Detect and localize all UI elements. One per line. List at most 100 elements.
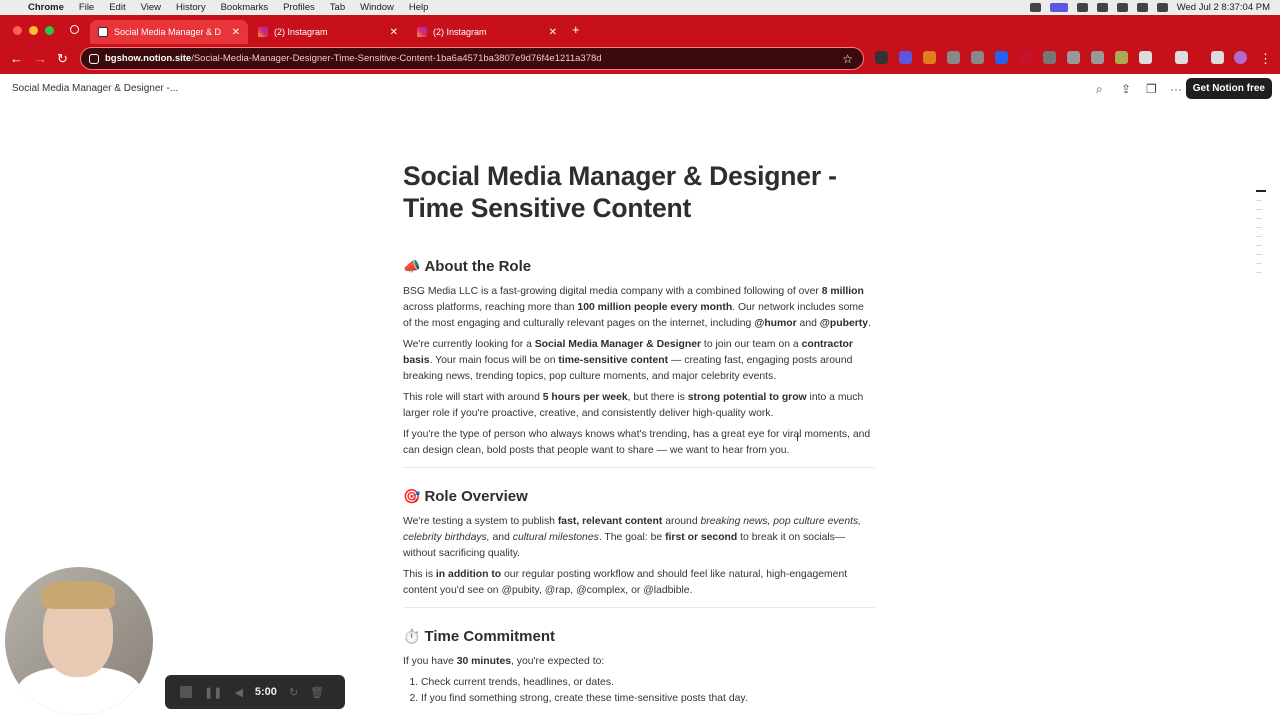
text-cursor-icon: I	[796, 432, 800, 444]
bold-text: time-sensitive content	[558, 355, 669, 366]
bold-text: first or second	[665, 532, 738, 543]
bookmark-star-icon[interactable]: ☆	[842, 52, 853, 66]
text-run: If you have	[403, 656, 457, 667]
pause-icon[interactable]: ❚❚	[204, 686, 222, 699]
download-icon[interactable]	[1211, 51, 1224, 64]
tab-instagram-2[interactable]: (2) Instagram ✕	[409, 20, 565, 44]
minimize-window-icon[interactable]	[29, 26, 38, 35]
extension-7-icon[interactable]	[1019, 51, 1032, 64]
menu-profiles[interactable]: Profiles	[283, 2, 315, 13]
extension-2-icon[interactable]	[899, 51, 912, 64]
extension-3-icon[interactable]	[923, 51, 936, 64]
menu-edit[interactable]: Edit	[109, 2, 125, 13]
menu-file[interactable]: File	[79, 2, 94, 13]
menu-help[interactable]: Help	[409, 2, 429, 13]
search-icon[interactable]	[1136, 3, 1148, 12]
bold-text: fast, relevant content	[557, 516, 663, 527]
restart-icon[interactable]: ↻	[289, 686, 298, 699]
text-run: BSG Media LLC is a fast-growing digital …	[403, 286, 822, 297]
toc-marker[interactable]	[1256, 254, 1262, 255]
toc-marker[interactable]	[1256, 263, 1262, 264]
close-tab-icon[interactable]: ✕	[390, 27, 398, 38]
extensions-puzzle-icon[interactable]	[1139, 51, 1152, 64]
battery-icon[interactable]	[1116, 3, 1128, 12]
menu-bookmarks[interactable]: Bookmarks	[221, 2, 269, 13]
toc-marker[interactable]	[1256, 200, 1262, 201]
toc-marker[interactable]	[1256, 227, 1262, 228]
address-host: bgshow.notion.site	[105, 53, 192, 64]
tab-instagram-1[interactable]: (2) Instagram ✕	[250, 20, 406, 44]
more-menu-icon[interactable]: ⋮	[1259, 51, 1272, 67]
get-notion-free-button[interactable]: Get Notion free	[1185, 78, 1272, 99]
table-of-contents-minimap[interactable]	[1256, 190, 1266, 281]
more-options-icon[interactable]: ···	[1170, 82, 1182, 96]
toc-marker[interactable]	[1256, 209, 1262, 210]
section-heading-overview: 🎯 Role Overview	[403, 488, 875, 505]
stop-recording-icon[interactable]	[180, 686, 192, 698]
text-run: . Your main focus will be on	[429, 355, 559, 366]
toc-marker[interactable]	[1256, 236, 1262, 237]
close-tab-icon[interactable]: ✕	[549, 27, 557, 38]
page-breadcrumb[interactable]: Social Media Manager & Designer -...	[12, 83, 178, 94]
stopwatch-icon: ⏱️	[403, 628, 421, 644]
mute-icon[interactable]: ◀	[234, 686, 242, 699]
delete-icon[interactable]: 🗑	[310, 686, 324, 699]
menu-app-name[interactable]: Chrome	[28, 2, 64, 13]
address-path: /Social-Media-Manager-Designer-Time-Sens…	[191, 53, 602, 64]
bold-text: 8 million	[821, 286, 864, 297]
menu-history[interactable]: History	[176, 2, 206, 13]
screen-recorder-icon[interactable]	[1049, 3, 1068, 12]
site-info-icon[interactable]	[89, 54, 99, 64]
app-status-icon[interactable]	[1076, 3, 1088, 12]
notion-favicon-icon	[98, 27, 108, 37]
duplicate-icon[interactable]: ❐	[1146, 82, 1157, 96]
extension-9-icon[interactable]	[1067, 51, 1080, 64]
new-tab-icon[interactable]: +	[572, 22, 580, 37]
target-icon: 🎯	[403, 488, 421, 504]
reload-icon[interactable]: ↻	[57, 51, 68, 67]
extension-10-icon[interactable]	[1091, 51, 1104, 64]
menu-window[interactable]: Window	[360, 2, 394, 13]
back-icon[interactable]: ←	[10, 51, 23, 66]
share-icon[interactable]: ⇪	[1121, 82, 1131, 96]
about-paragraph-2: We're currently looking for a Social Med…	[403, 337, 875, 385]
menubar-clock[interactable]: Wed Jul 2 8:37:04 PM	[1177, 2, 1270, 13]
about-paragraph-1: BSG Media LLC is a fast-growing digital …	[403, 284, 875, 332]
close-tab-icon[interactable]: ✕	[232, 27, 240, 38]
overview-paragraph-2: This is in addition to our regular posti…	[403, 567, 875, 599]
heading-text: Role Overview	[424, 488, 528, 505]
bold-text: @humor	[754, 318, 797, 329]
status-area: Wed Jul 2 8:37:04 PM	[1029, 0, 1270, 15]
menu-tab[interactable]: Tab	[330, 2, 345, 13]
forward-icon[interactable]: →	[34, 51, 47, 66]
search-icon[interactable]: ⌕	[1096, 82, 1103, 97]
extension-8-icon[interactable]	[1043, 51, 1056, 64]
bold-text: strong potential to grow	[687, 392, 807, 403]
close-window-icon[interactable]	[13, 26, 22, 35]
recording-controls: ❚❚ ◀ 5:00 ↻ 🗑	[165, 675, 345, 709]
side-panel-icon[interactable]	[1175, 51, 1188, 64]
wifi-icon[interactable]	[1096, 3, 1108, 12]
extension-11-icon[interactable]	[1115, 51, 1128, 64]
extension-5-icon[interactable]	[971, 51, 984, 64]
extension-1-icon[interactable]	[875, 51, 888, 64]
control-center-icon[interactable]	[1156, 3, 1168, 12]
toc-marker[interactable]	[1256, 272, 1262, 273]
tab-label: (2) Instagram	[274, 27, 328, 37]
extension-6-icon[interactable]	[995, 51, 1008, 64]
webcam-overlay[interactable]	[5, 567, 153, 715]
extension-4-icon[interactable]	[947, 51, 960, 64]
toc-marker[interactable]	[1256, 218, 1262, 219]
profile-avatar-icon[interactable]	[1234, 51, 1247, 64]
commitment-intro: If you have 30 minutes, you're expected …	[403, 654, 875, 670]
tab-notion[interactable]: Social Media Manager & D ✕	[90, 20, 248, 44]
tab-label: Social Media Manager & D	[114, 27, 222, 37]
maximize-window-icon[interactable]	[45, 26, 54, 35]
notion-topbar: Social Media Manager & Designer -... ⌕ ⇪…	[0, 74, 1280, 104]
menu-view[interactable]: View	[141, 2, 161, 13]
toc-marker[interactable]	[1256, 245, 1262, 246]
address-bar[interactable]: bgshow.notion.site/Social-Media-Manager-…	[80, 47, 864, 70]
toc-marker[interactable]	[1256, 190, 1266, 192]
section-heading-commitment: ⏱️ Time Commitment	[403, 628, 875, 645]
microphone-icon[interactable]	[1029, 3, 1041, 12]
